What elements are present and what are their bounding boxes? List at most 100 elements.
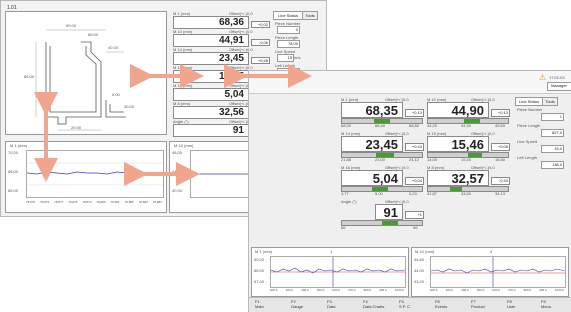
readout-value-box: 91 xyxy=(375,204,403,220)
fkey-label: Data Charts xyxy=(363,304,385,309)
readout-delta: +0,04 xyxy=(405,177,424,185)
right-gauge-window: ⚠ 17:01:03 Manager M 1 (mm) Offset(+/-)0… xyxy=(248,70,571,312)
readout-value-box: 91 xyxy=(173,124,249,137)
y-tick: 67,00 xyxy=(254,279,265,284)
x-tick: 300,0 xyxy=(445,288,454,292)
readout-delta: -0,06 xyxy=(251,39,270,46)
chart-label: M 1 (mm) xyxy=(255,249,273,254)
fkey-events[interactable]: F6 Events xyxy=(435,299,465,309)
profile-drawing-panel: 50.00 40.00 89.00 30.00 20.00 60.00 5.00 xyxy=(5,11,167,135)
readout-value-box: 68,35 xyxy=(341,102,403,118)
readout-value-box: 15,46 xyxy=(427,136,489,152)
right-chart-m10: M 10 (mm) 4 44,80 44,00 43,20 200,0 300,0… xyxy=(411,247,569,297)
readout-delta: -0,43 xyxy=(491,177,510,185)
chart-label: M 1 (mm) xyxy=(10,143,28,148)
tolerance-bar xyxy=(341,220,423,226)
readout-value: 15,46 xyxy=(451,137,484,152)
x-tick: 1000,0 xyxy=(394,288,404,292)
readout-delta: +0,13 xyxy=(491,109,510,117)
dim-label: 60.00 xyxy=(88,32,99,37)
line-speed-field[interactable]: 15,0 xyxy=(541,145,564,153)
readout-angle-r: Angle (°) Offset(+/-)0,0 91 +1 86 96 xyxy=(341,199,425,230)
readout-value: 5,04 xyxy=(372,171,398,186)
piece-number-label: Piece Number xyxy=(517,107,543,112)
plot-area xyxy=(26,150,164,198)
readout-value: 91 xyxy=(383,205,398,220)
series-line xyxy=(271,257,405,287)
fkey-label: User xyxy=(507,304,516,309)
fkey-spc[interactable]: F5 S.P. C xyxy=(399,299,429,309)
tab-line-status[interactable]: Line Status xyxy=(515,97,543,106)
readout-m14-r: M 14 (mm) Offset(+/-)0,0 23,45 +0,43 21,… xyxy=(341,131,425,162)
scale-min: 31,87 xyxy=(427,191,438,196)
x-tick: 500,0 xyxy=(316,288,325,292)
scale-mid: 15,40 xyxy=(461,157,472,162)
scale-mid: 23,00 xyxy=(375,157,386,162)
readout-label: Angle (°) xyxy=(341,199,357,204)
fkey-data-charts[interactable]: F4 Data Charts xyxy=(363,299,393,309)
tab-tools[interactable]: Tools xyxy=(302,11,318,20)
line-speed-field[interactable]: 15 xyxy=(277,54,294,62)
readout-value-box: 23,45 xyxy=(173,52,249,65)
readout-value-box: 23,45 xyxy=(341,136,403,152)
x-tick: 200,0 xyxy=(430,288,438,292)
user-button[interactable]: Manager xyxy=(547,82,571,91)
fkey-data[interactable]: F3 Data xyxy=(327,299,357,309)
y-tick: 40,00 xyxy=(172,188,183,193)
readout-delta: +0,02 xyxy=(251,21,270,28)
readout-delta: +0,05 xyxy=(491,143,510,151)
readout-value-box: 5,04 xyxy=(341,170,403,186)
readout-value: 44,91 xyxy=(218,35,244,46)
dim-label: 30.00 xyxy=(124,104,135,109)
series-line xyxy=(27,162,163,186)
piece-number-field[interactable]: 0 xyxy=(277,26,300,34)
readout-value: 23,45 xyxy=(365,137,398,152)
right-status-panel: Line Status Tools Piece Number 1 Piece L… xyxy=(515,97,567,197)
dim-label: 50.00 xyxy=(66,23,77,28)
fkey-menu[interactable]: F9 Menu xyxy=(541,299,569,309)
fkey-product[interactable]: F7 Product xyxy=(471,299,501,309)
tab-tools[interactable]: Tools xyxy=(542,97,558,106)
readout-value: 91 xyxy=(232,125,244,136)
y-tick: 69,00 xyxy=(254,257,265,262)
y-tick: 43,20 xyxy=(414,279,425,284)
x-tick: 700,0 xyxy=(347,288,356,292)
piece-number-field[interactable]: 1 xyxy=(541,113,564,121)
scale-min: 68,00 xyxy=(341,123,352,128)
readout-m14: M 14 (mm) Offset(+/-)0,0 23,45 +0,45 xyxy=(171,47,271,65)
fkey-gauge[interactable]: F2 Gauge xyxy=(291,299,321,309)
piece-length-label: Piece Length xyxy=(517,123,541,128)
x-tick: 900,0 xyxy=(379,288,387,292)
y-tick: 68,00 xyxy=(8,169,19,174)
readout-delta: +1 xyxy=(405,211,424,219)
fkey-user[interactable]: F8 User xyxy=(507,299,537,309)
top-bar: ⚠ 17:01:03 Manager xyxy=(249,71,571,94)
fkey-main[interactable]: F1 Main xyxy=(255,299,285,309)
x-tick: 1000,0 xyxy=(554,288,564,292)
dim-label: 20.00 xyxy=(71,125,82,130)
x-tick: 700,0 xyxy=(507,288,516,292)
readout-delta: +0,13 xyxy=(405,109,424,117)
right-chart-m1: M 1 (mm) 1 69,00 68,00 67,00 200,0 300,0 4… xyxy=(251,247,409,297)
readout-value-box: 32,56 xyxy=(173,106,249,119)
scale-mid: 68,40 xyxy=(375,123,386,128)
piece-length-field[interactable]: 78.00 xyxy=(277,40,300,48)
readout-value: 5,04 xyxy=(224,89,244,100)
tab-line-status[interactable]: Line Status xyxy=(273,11,303,20)
dim-label: 89.00 xyxy=(24,74,35,79)
readout-value-box: 32,57 xyxy=(427,170,489,186)
chart-label: M 10 (mm) xyxy=(415,249,435,254)
x-tick: 900,0 xyxy=(539,288,547,292)
x-tick: 78,876 xyxy=(40,200,50,204)
piece-length-field[interactable]: 827,0 xyxy=(541,129,564,137)
readout-m16-r: M 16 (mm) Offset(+/-)0,0 5,04 +0,04 4,77… xyxy=(341,165,425,196)
dim-label: 5.00 xyxy=(112,92,120,97)
fkey-label: Product xyxy=(471,304,485,309)
readout-m8-r: M 8 (mm) Offset(+/-)0,0 32,57 -0,43 31,8… xyxy=(427,165,511,196)
readout-value: 68,35 xyxy=(365,103,398,118)
left-length-field[interactable]: 138,0 xyxy=(541,161,564,169)
readout-value: 32,57 xyxy=(451,171,484,186)
fkey-label: Data xyxy=(327,304,336,309)
readout-value: 15,45 xyxy=(218,71,244,82)
scale-max: 68,80 xyxy=(409,123,420,128)
